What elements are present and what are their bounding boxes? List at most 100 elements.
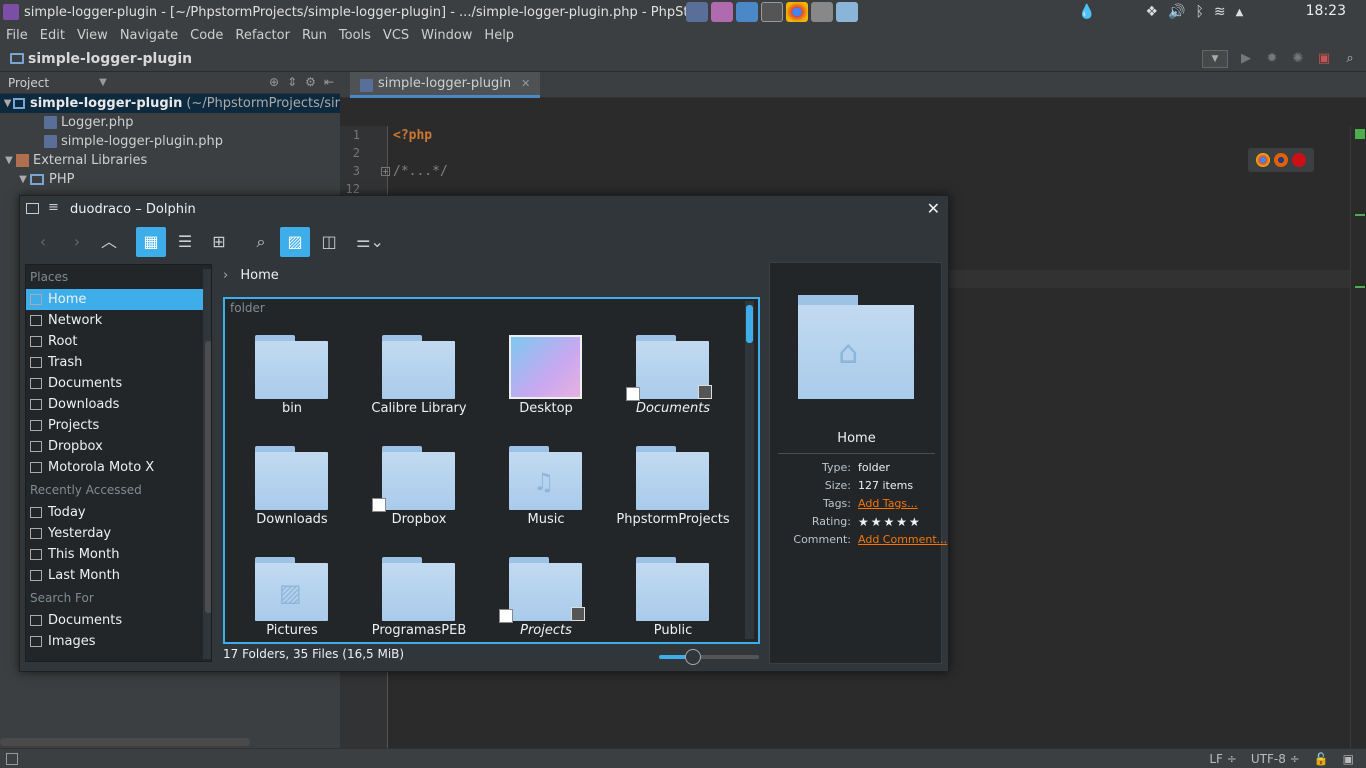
places-item-today[interactable]: Today bbox=[26, 502, 211, 523]
volume-icon[interactable]: 🔊 bbox=[1168, 4, 1185, 20]
breadcrumb-home[interactable]: Home bbox=[240, 268, 278, 283]
scrollbar-thumb[interactable] bbox=[746, 305, 753, 343]
file-item-downloads[interactable]: Downloads bbox=[233, 430, 351, 538]
expand-icon[interactable]: ▼ bbox=[16, 174, 30, 185]
details-view-icon[interactable]: ⊞ bbox=[204, 227, 234, 257]
collapse-icon[interactable]: ⇕ bbox=[287, 75, 297, 89]
places-item-last-month[interactable]: Last Month bbox=[26, 565, 211, 586]
php-tray-icon[interactable] bbox=[686, 2, 708, 22]
file-item-dropbox[interactable]: Dropbox bbox=[360, 430, 478, 538]
up-icon[interactable]: ︿ bbox=[94, 227, 124, 257]
search-icon[interactable]: ⌕ bbox=[246, 227, 276, 257]
menu-refactor[interactable]: Refactor bbox=[229, 28, 296, 43]
places-item-this-month[interactable]: This Month bbox=[26, 544, 211, 565]
inspection-ok-icon[interactable] bbox=[1355, 129, 1365, 139]
debug-icon[interactable]: ✹ bbox=[1264, 51, 1280, 67]
add-comment-link[interactable]: Add Comment... bbox=[858, 533, 947, 546]
back-icon[interactable]: ‹ bbox=[28, 227, 58, 257]
horizontal-scrollbar[interactable] bbox=[0, 738, 250, 746]
places-item-trash[interactable]: Trash bbox=[26, 352, 211, 373]
expand-icon[interactable]: ▼ bbox=[2, 155, 16, 166]
stop-icon[interactable]: ▣ bbox=[1316, 51, 1332, 67]
places-item-downloads[interactable]: Downloads bbox=[26, 394, 211, 415]
tree-item[interactable]: simple-logger-plugin.php bbox=[0, 132, 340, 151]
clock[interactable]: 18:23 bbox=[1306, 3, 1346, 19]
dropbox-icon[interactable]: ❖ bbox=[1145, 4, 1158, 20]
menu-code[interactable]: Code bbox=[184, 28, 229, 43]
files-tray-icon[interactable] bbox=[761, 2, 783, 22]
preview-icon[interactable]: ▨ bbox=[280, 227, 310, 257]
zoom-slider[interactable] bbox=[659, 649, 759, 665]
places-item-root[interactable]: Root bbox=[26, 331, 211, 352]
menu-run[interactable]: Run bbox=[296, 28, 333, 43]
menu-edit[interactable]: Edit bbox=[34, 28, 71, 43]
app-tray-icon-2[interactable] bbox=[736, 2, 758, 22]
close-icon[interactable]: ✕ bbox=[521, 77, 530, 90]
close-icon[interactable]: ✕ bbox=[927, 199, 940, 218]
target-icon[interactable]: ⊕ bbox=[269, 75, 279, 89]
zoom-slider-handle[interactable] bbox=[685, 649, 701, 665]
tools-tray-icon[interactable] bbox=[811, 2, 833, 22]
icon-view-scrollbar[interactable] bbox=[745, 301, 754, 639]
change-marker[interactable] bbox=[1355, 214, 1365, 216]
places-item-motorola-moto-x[interactable]: Motorola Moto X bbox=[26, 457, 211, 478]
gear-icon[interactable]: ⚙ bbox=[305, 75, 316, 89]
hide-icon[interactable]: ⇤ bbox=[324, 75, 334, 89]
file-item-programaspeb[interactable]: ProgramasPEB bbox=[360, 541, 478, 642]
tool-windows-icon[interactable] bbox=[6, 752, 18, 765]
menu-view[interactable]: View bbox=[71, 28, 114, 43]
tree-item[interactable]: ▼ PHP bbox=[0, 170, 340, 189]
bluetooth-icon[interactable]: ᛒ bbox=[1195, 4, 1203, 20]
run-config-select[interactable]: ▼ bbox=[1202, 50, 1228, 68]
line-separator[interactable]: LF ÷ bbox=[1209, 752, 1236, 766]
menu-icon[interactable]: ≡ bbox=[48, 200, 59, 215]
coverage-icon[interactable]: ✺ bbox=[1290, 51, 1306, 67]
places-item-home[interactable]: Home bbox=[26, 289, 211, 310]
file-item-projects[interactable]: Projects bbox=[487, 541, 605, 642]
file-item-public[interactable]: Public bbox=[614, 541, 732, 642]
rating-stars[interactable]: ★★★★★ bbox=[858, 515, 922, 529]
file-item-documents[interactable]: Documents bbox=[614, 319, 732, 427]
tab-simple-logger-plugin[interactable]: simple-logger-plugin ✕ bbox=[350, 72, 541, 98]
change-marker[interactable] bbox=[1355, 286, 1365, 288]
code-line-folded-comment[interactable]: /*...*/ bbox=[393, 164, 448, 179]
tree-item[interactable]: Logger.php bbox=[0, 113, 340, 132]
menu-vcs[interactable]: VCS bbox=[377, 28, 415, 43]
split-icon[interactable]: ◫ bbox=[314, 227, 344, 257]
wifi-icon[interactable]: ≋ bbox=[1214, 4, 1226, 20]
control-menu-icon[interactable]: ⚌⌄ bbox=[350, 227, 390, 257]
project-breadcrumb[interactable]: simple-logger-plugin bbox=[0, 51, 192, 67]
menu-navigate[interactable]: Navigate bbox=[114, 28, 184, 43]
places-item-projects[interactable]: Projects bbox=[26, 415, 211, 436]
dolphin-tray-icon[interactable] bbox=[836, 2, 858, 22]
file-item-bin[interactable]: bin bbox=[233, 319, 351, 427]
forward-icon[interactable]: › bbox=[62, 227, 92, 257]
drop-icon[interactable]: 💧 bbox=[1078, 4, 1095, 20]
places-item-documents[interactable]: Documents bbox=[26, 373, 211, 394]
readonly-icon[interactable]: 🔓 bbox=[1314, 752, 1329, 766]
file-item-calibre-library[interactable]: Calibre Library bbox=[360, 319, 478, 427]
file-icon-view[interactable]: folder bin Calibre Library Desktop Document… bbox=[223, 297, 760, 644]
search-icon[interactable]: ⌕ bbox=[1342, 51, 1358, 67]
app-tray-icon[interactable] bbox=[711, 2, 733, 22]
menu-file[interactable]: File bbox=[0, 28, 34, 43]
window-menu-icon[interactable] bbox=[26, 203, 39, 214]
places-item-dropbox[interactable]: Dropbox bbox=[26, 436, 211, 457]
run-icon[interactable]: ▶ bbox=[1238, 51, 1254, 67]
tray-expand-icon[interactable]: ▲ bbox=[1236, 7, 1244, 18]
encoding[interactable]: UTF-8 ÷ bbox=[1251, 752, 1300, 766]
project-view-label[interactable]: Project bbox=[8, 76, 49, 90]
firefox-icon[interactable] bbox=[1274, 153, 1288, 167]
opera-icon[interactable] bbox=[1292, 153, 1306, 167]
chevron-right-icon[interactable]: › bbox=[223, 268, 228, 283]
menu-help[interactable]: Help bbox=[478, 28, 520, 43]
file-item-music[interactable]: ♫ Music bbox=[487, 430, 605, 538]
compact-view-icon[interactable]: ☰ bbox=[170, 227, 200, 257]
places-item-network[interactable]: Network bbox=[26, 310, 211, 331]
add-tags-link[interactable]: Add Tags... bbox=[858, 497, 918, 510]
fold-icon[interactable]: + bbox=[381, 167, 390, 176]
code-line-php-open[interactable]: <?php bbox=[393, 128, 432, 143]
file-item-pictures[interactable]: ▨ Pictures bbox=[233, 541, 351, 642]
menu-tools[interactable]: Tools bbox=[333, 28, 377, 43]
file-item-desktop[interactable]: Desktop bbox=[487, 319, 605, 427]
